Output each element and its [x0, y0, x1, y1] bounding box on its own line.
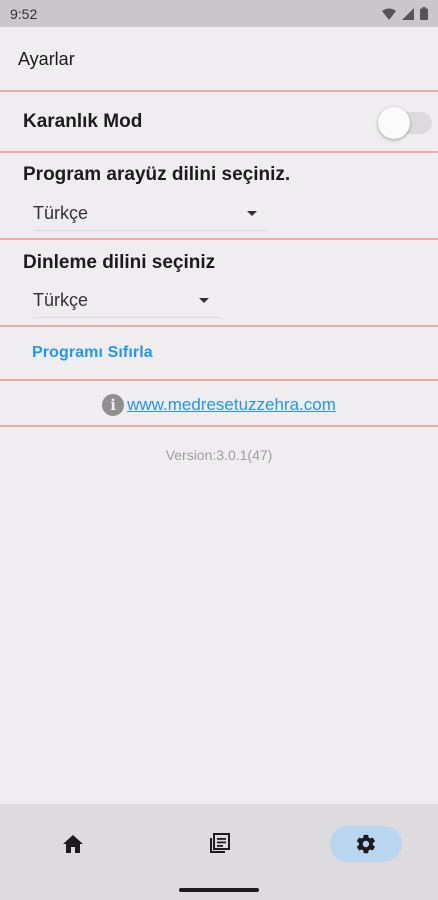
toggle-thumb: [378, 107, 410, 139]
status-time: 9:52: [10, 5, 38, 22]
listen-language-label: Dinleme dilini seçiniz: [23, 252, 216, 273]
divider: [0, 90, 438, 92]
divider: [0, 325, 438, 327]
app-bar: Ayarlar: [0, 27, 438, 91]
nav-settings[interactable]: [330, 826, 402, 862]
wifi-icon: [382, 8, 396, 20]
dark-mode-toggle[interactable]: [378, 105, 434, 139]
gesture-bar: [0, 884, 438, 900]
divider: [0, 238, 438, 240]
website-row: i www.medresetuzzehra.com: [0, 391, 438, 419]
settings-icon: [356, 834, 375, 854]
ui-language-dropdown[interactable]: Türkçe: [33, 197, 267, 231]
nav-library[interactable]: [183, 826, 255, 862]
version-text: Version:3.0.1(47): [165, 447, 273, 463]
reset-program-button[interactable]: Programı Sıfırla: [32, 344, 153, 362]
divider: [0, 425, 438, 427]
listen-language-selected: Türkçe: [33, 290, 89, 310]
status-icons: [382, 7, 428, 20]
ui-language-selected: Türkçe: [33, 203, 89, 223]
battery-icon: [420, 7, 428, 20]
home-icon: [63, 835, 83, 853]
listen-language-dropdown[interactable]: Türkçe: [33, 284, 219, 318]
dropdown-arrow-icon: [199, 298, 209, 303]
signal-icon: [402, 7, 414, 20]
bottom-navigation: [0, 804, 438, 884]
dark-mode-label: Karanlık Mod: [23, 111, 143, 132]
dropdown-arrow-icon: [247, 211, 257, 216]
page-title: Ayarlar: [18, 48, 75, 69]
gesture-handle[interactable]: [179, 888, 259, 892]
divider: [0, 151, 438, 153]
nav-home[interactable]: [37, 826, 109, 862]
divider: [0, 379, 438, 381]
info-icon: i: [102, 394, 125, 416]
library-icon: [210, 833, 230, 853]
website-link[interactable]: www.medresetuzzehra.com: [127, 395, 336, 415]
status-bar: 9:52: [0, 0, 438, 27]
ui-language-label: Program arayüz dilini seçiniz.: [23, 164, 291, 185]
